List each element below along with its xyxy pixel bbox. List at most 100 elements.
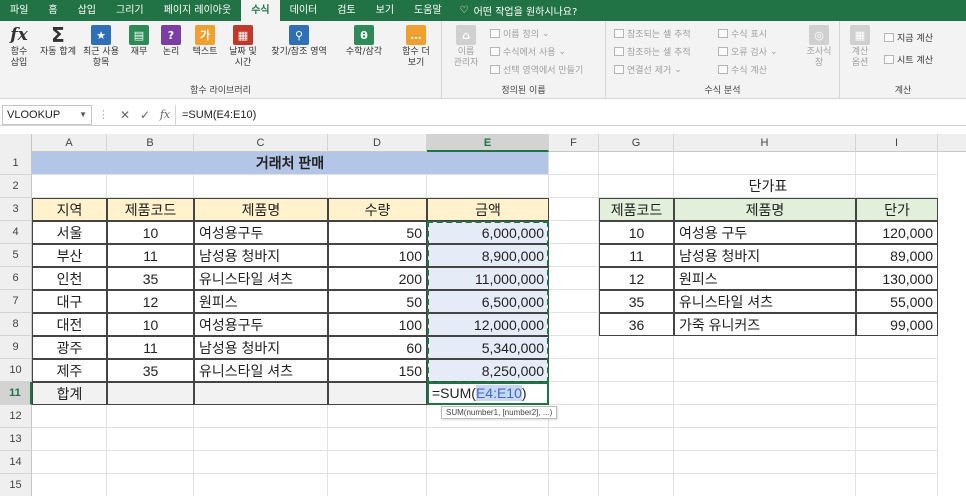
grid-cell[interactable] xyxy=(674,336,856,359)
financial-button[interactable]: ▤ 재무 xyxy=(124,25,154,58)
tab-5[interactable]: 수식 xyxy=(241,0,280,21)
sales-cell[interactable]: 원피스 xyxy=(194,290,328,313)
grid-cell[interactable] xyxy=(599,474,674,496)
sales-cell[interactable]: 서울 xyxy=(32,221,107,244)
price-cell[interactable]: 99,000 xyxy=(856,313,938,336)
sales-cell[interactable]: 6,500,000 xyxy=(427,290,549,313)
row-header-9[interactable]: 9 xyxy=(0,336,32,359)
sales-header-0[interactable]: 지역 xyxy=(32,198,107,221)
price-table-title[interactable]: 단가표 xyxy=(599,175,938,198)
column-header-G[interactable]: G xyxy=(599,134,674,152)
grid-cell[interactable] xyxy=(549,451,599,474)
grid-cell[interactable] xyxy=(549,175,599,198)
grid-cell[interactable] xyxy=(674,451,856,474)
grid-cell[interactable] xyxy=(856,336,938,359)
total-empty-b[interactable] xyxy=(107,382,194,405)
sales-cell[interactable]: 8,250,000 xyxy=(427,359,549,382)
sales-cell[interactable]: 150 xyxy=(328,359,427,382)
tab-4[interactable]: 페이지 레이아웃 xyxy=(154,0,242,21)
grid-cell[interactable] xyxy=(328,474,427,496)
total-empty-c[interactable] xyxy=(194,382,328,405)
row-header-13[interactable]: 13 xyxy=(0,428,32,451)
grid-cell[interactable] xyxy=(32,428,107,451)
column-header-A[interactable]: A xyxy=(32,134,107,152)
grid-cell[interactable] xyxy=(549,359,599,382)
sales-cell[interactable]: 10 xyxy=(107,221,194,244)
price-cell[interactable]: 10 xyxy=(599,221,674,244)
grid-cell[interactable] xyxy=(674,405,856,428)
grid-cell[interactable] xyxy=(328,428,427,451)
row-header-11[interactable]: 11 xyxy=(0,382,32,405)
sales-header-3[interactable]: 수량 xyxy=(328,198,427,221)
tab-9[interactable]: 도움말 xyxy=(404,0,452,21)
column-header-D[interactable]: D xyxy=(328,134,427,152)
grid-cell[interactable] xyxy=(328,175,427,198)
price-cell[interactable]: 12 xyxy=(599,267,674,290)
grid-cell[interactable] xyxy=(599,359,674,382)
enter-icon[interactable]: ✓ xyxy=(135,108,155,122)
grid-cell[interactable] xyxy=(599,451,674,474)
row-header-2[interactable]: 2 xyxy=(0,175,32,198)
use-in-formula-button[interactable]: 수식에서 사용 ⌄ xyxy=(490,45,566,58)
grid-cell[interactable] xyxy=(194,474,328,496)
grid-cell[interactable] xyxy=(856,382,938,405)
name-box-dropdown-icon[interactable]: ▼ xyxy=(79,106,87,124)
remove-arrows-button[interactable]: 연결선 제거 ⌄ xyxy=(614,63,682,76)
grid-cell[interactable] xyxy=(194,428,328,451)
sales-cell[interactable]: 10 xyxy=(107,313,194,336)
grid-cell[interactable] xyxy=(599,336,674,359)
grid-cell[interactable] xyxy=(549,336,599,359)
cancel-icon[interactable]: ✕ xyxy=(115,108,135,122)
grid-cell[interactable] xyxy=(107,451,194,474)
trace-precedents-button[interactable]: 참조되는 셀 추적 xyxy=(614,27,691,40)
price-cell[interactable]: 36 xyxy=(599,313,674,336)
grid-cell[interactable] xyxy=(549,474,599,496)
calculate-now-button[interactable]: 지금 계산 xyxy=(884,31,933,44)
sales-header-2[interactable]: 제품명 xyxy=(194,198,328,221)
column-header-H[interactable]: H xyxy=(674,134,856,152)
sales-cell[interactable]: 60 xyxy=(328,336,427,359)
select-all-corner[interactable] xyxy=(0,134,32,152)
grid-cell[interactable] xyxy=(328,451,427,474)
sales-cell[interactable]: 8,900,000 xyxy=(427,244,549,267)
grid-cell[interactable] xyxy=(599,382,674,405)
sales-cell[interactable]: 남성용 청바지 xyxy=(194,244,328,267)
tell-me-box[interactable]: ♡ 어떤 작업을 원하시나요? xyxy=(460,3,578,18)
sales-cell[interactable]: 35 xyxy=(107,267,194,290)
row-header-1[interactable]: 1 xyxy=(0,152,32,175)
sales-cell[interactable]: 200 xyxy=(328,267,427,290)
calculate-sheet-button[interactable]: 시트 계산 xyxy=(884,53,933,66)
sales-cell[interactable]: 대구 xyxy=(32,290,107,313)
grid-cell[interactable] xyxy=(856,152,938,175)
grid-cell[interactable] xyxy=(107,405,194,428)
tab-6[interactable]: 데이터 xyxy=(280,0,328,21)
price-cell[interactable]: 120,000 xyxy=(856,221,938,244)
recent-functions-button[interactable]: ★ 최근 사용 항목 xyxy=(80,25,122,69)
total-empty-d[interactable] xyxy=(328,382,427,405)
sales-cell[interactable]: 대전 xyxy=(32,313,107,336)
name-manager-button[interactable]: ⌂ 이름 관리자 xyxy=(446,25,486,69)
grid-cell[interactable] xyxy=(32,474,107,496)
grid-cell[interactable] xyxy=(549,152,599,175)
row-header-4[interactable]: 4 xyxy=(0,221,32,244)
price-cell[interactable]: 원피스 xyxy=(674,267,856,290)
grid-cell[interactable] xyxy=(107,428,194,451)
row-header-3[interactable]: 3 xyxy=(0,198,32,221)
grid-cell[interactable] xyxy=(194,451,328,474)
price-cell[interactable]: 35 xyxy=(599,290,674,313)
row-header-12[interactable]: 12 xyxy=(0,405,32,428)
row-header-8[interactable]: 8 xyxy=(0,313,32,336)
sales-cell[interactable]: 11,000,000 xyxy=(427,267,549,290)
sales-cell[interactable]: 100 xyxy=(328,313,427,336)
tab-3[interactable]: 그리기 xyxy=(106,0,154,21)
insert-function-icon[interactable]: fx xyxy=(155,108,175,121)
active-edit-cell[interactable]: =SUM(E4:E10) xyxy=(427,382,549,405)
sales-cell[interactable]: 유니스타일 셔츠 xyxy=(194,359,328,382)
grid-cell[interactable] xyxy=(549,198,599,221)
grid-cell[interactable] xyxy=(674,152,856,175)
price-cell[interactable]: 130,000 xyxy=(856,267,938,290)
grid-cell[interactable] xyxy=(194,175,328,198)
price-cell[interactable]: 남성용 청바지 xyxy=(674,244,856,267)
row-header-14[interactable]: 14 xyxy=(0,451,32,474)
price-header-0[interactable]: 제품코드 xyxy=(599,198,674,221)
